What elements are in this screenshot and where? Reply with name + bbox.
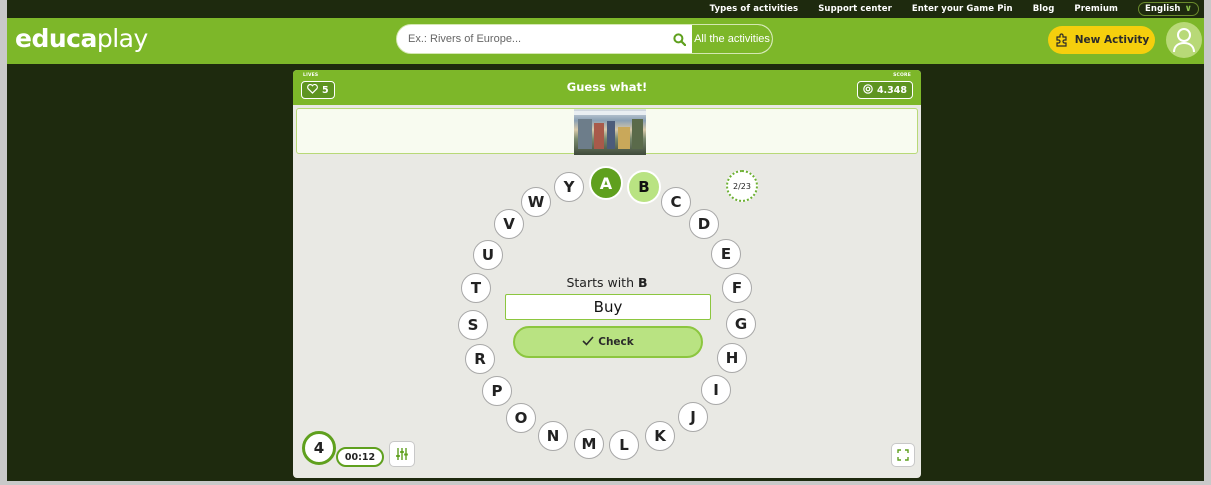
- top-links-bar: Types of activities Support center Enter…: [710, 0, 1199, 18]
- game-title: Guess what!: [566, 80, 648, 94]
- progress-counter: 2/23: [726, 170, 758, 202]
- letter-i[interactable]: I: [701, 375, 731, 405]
- top-link-support-center[interactable]: Support center: [818, 4, 892, 14]
- letter-g[interactable]: G: [726, 309, 756, 339]
- clue-prompt-prefix: Starts with: [566, 275, 635, 290]
- top-link-game-pin[interactable]: Enter your Game Pin: [912, 4, 1013, 14]
- sliders-icon: [396, 448, 408, 460]
- game-header-bar: LIVES 5 Guess what! SCORE 4.348: [293, 70, 921, 105]
- letter-c[interactable]: C: [661, 187, 691, 217]
- top-link-premium[interactable]: Premium: [1074, 4, 1118, 14]
- main-header: educaplay All the activities New Activit…: [7, 18, 1204, 64]
- score-value: 4.348: [876, 84, 907, 96]
- target-icon: [863, 83, 873, 97]
- letter-e[interactable]: E: [711, 239, 741, 269]
- user-icon: [1173, 28, 1195, 53]
- fullscreen-icon: [897, 449, 909, 461]
- window-frame-right: [1204, 0, 1211, 485]
- educaplay-logo[interactable]: educaplay: [15, 24, 148, 53]
- game-panel: LIVES 5 Guess what! SCORE 4.348 A B C D: [293, 70, 921, 478]
- check-label: Check: [598, 336, 634, 348]
- fullscreen-button[interactable]: [891, 443, 915, 467]
- letter-b[interactable]: B: [627, 170, 661, 204]
- letter-w[interactable]: W: [521, 187, 551, 217]
- chevron-down-icon: ∨: [1184, 4, 1192, 14]
- language-label: English: [1144, 4, 1181, 14]
- letter-v[interactable]: V: [494, 209, 524, 239]
- timer: 00:12: [336, 447, 384, 467]
- check-button[interactable]: Check: [513, 326, 703, 358]
- lives-label: LIVES: [303, 73, 319, 78]
- puzzle-icon: [1054, 31, 1070, 50]
- letter-h[interactable]: H: [717, 343, 747, 373]
- language-selector[interactable]: English ∨: [1137, 2, 1199, 16]
- letter-r[interactable]: R: [465, 344, 495, 374]
- search-bar: All the activities: [396, 24, 773, 54]
- new-activity-button[interactable]: New Activity: [1048, 26, 1155, 54]
- window-frame-bottom: [0, 481, 1211, 485]
- letter-j[interactable]: J: [678, 402, 708, 432]
- top-link-blog[interactable]: Blog: [1033, 4, 1055, 14]
- logo-part-educa: educa: [15, 24, 97, 53]
- letter-y[interactable]: Y: [554, 172, 584, 202]
- letter-n[interactable]: N: [538, 421, 568, 451]
- checkmark-icon: [582, 335, 594, 349]
- settings-button[interactable]: [389, 441, 415, 467]
- letter-k[interactable]: K: [645, 421, 675, 451]
- window-frame-left: [0, 0, 7, 485]
- letter-m[interactable]: M: [574, 429, 604, 459]
- letter-p[interactable]: P: [482, 376, 512, 406]
- letter-u[interactable]: U: [473, 240, 503, 270]
- all-activities-dropdown[interactable]: All the activities: [691, 25, 772, 53]
- clue-prompt-letter: B: [638, 275, 648, 290]
- score-badge: 4.348: [856, 81, 913, 99]
- clue-prompt: Starts with B: [293, 275, 921, 290]
- user-avatar[interactable]: [1166, 22, 1202, 58]
- letter-l[interactable]: L: [609, 430, 639, 460]
- letter-a[interactable]: A: [589, 166, 623, 200]
- search-input[interactable]: [397, 25, 667, 53]
- score-label: SCORE: [893, 73, 911, 78]
- answer-input[interactable]: [505, 294, 711, 320]
- clue-image-strip: [296, 108, 918, 155]
- letter-s[interactable]: S: [458, 310, 488, 340]
- round-counter: 4: [302, 431, 336, 465]
- logo-part-play: play: [96, 24, 148, 53]
- new-activity-label: New Activity: [1074, 34, 1150, 46]
- letter-o[interactable]: O: [506, 403, 536, 433]
- search-icon[interactable]: [667, 32, 691, 46]
- letter-d[interactable]: D: [689, 209, 719, 239]
- clue-image-supermarket[interactable]: [574, 109, 646, 155]
- top-link-types-of-activities[interactable]: Types of activities: [710, 4, 799, 14]
